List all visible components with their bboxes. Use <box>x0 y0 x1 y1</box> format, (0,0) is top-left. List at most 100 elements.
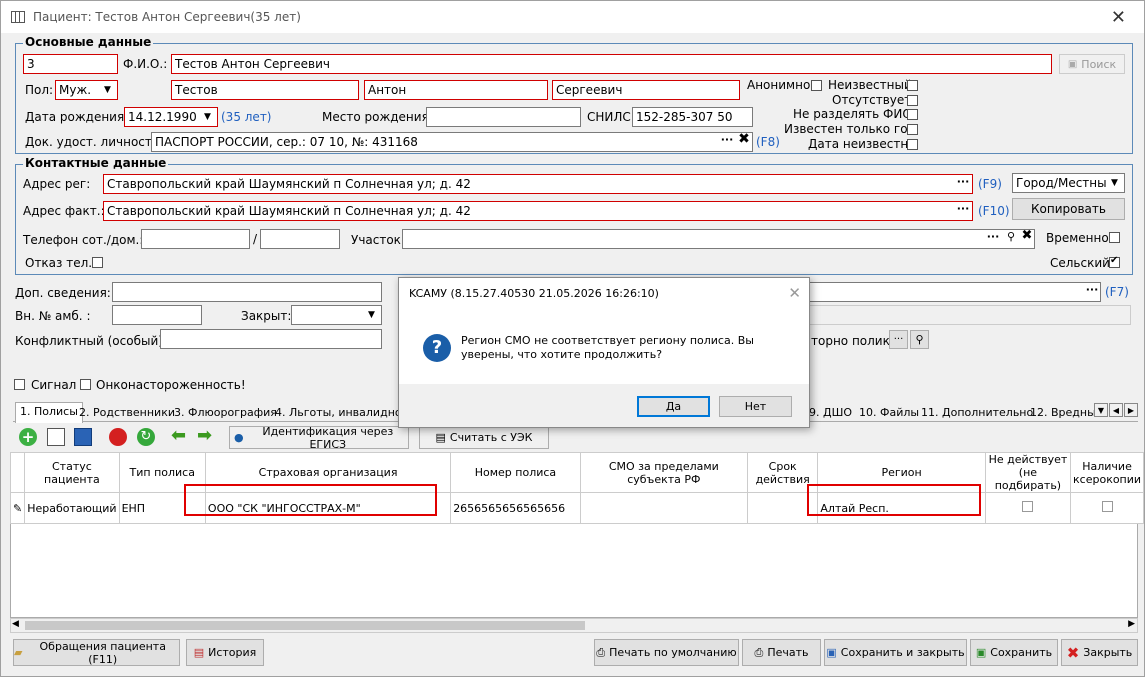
mobile-phone-field[interactable] <box>141 229 250 249</box>
col-status[interactable]: Статус пациента <box>24 452 120 493</box>
district-clear-icon[interactable]: ✖ <box>1019 229 1035 246</box>
temporary-label: Временно <box>1046 231 1109 245</box>
addr-fact-label: Адрес факт.: <box>23 204 105 218</box>
scroll-thumb[interactable] <box>25 621 585 630</box>
save-button[interactable]: ▣ Сохранить <box>970 639 1058 666</box>
last-name-field[interactable]: Тестов <box>171 80 359 100</box>
sex-chevron-down-icon[interactable]: ▼ <box>99 81 116 99</box>
read-uek-button[interactable]: ▤ Считать с УЭК <box>419 426 549 449</box>
dop-more-icon[interactable]: ··· <box>1084 284 1100 300</box>
addr-reg-more-icon[interactable]: ··· <box>955 176 971 192</box>
save-close-button[interactable]: ▣ Сохранить и закрыть <box>824 639 967 666</box>
no-split-fio-checkbox[interactable] <box>907 109 918 120</box>
col-smo-outside[interactable]: СМО за пределами субъекта РФ <box>579 452 748 493</box>
scroll-left-icon[interactable]: ◀ <box>12 619 19 629</box>
doc-more-icon[interactable]: ··· <box>719 134 735 150</box>
district-search-icon[interactable]: ⚲ <box>1003 231 1019 247</box>
inactive-checkbox[interactable] <box>1022 501 1034 512</box>
visits-button[interactable]: ▰ Обращения пациента (F11) <box>13 639 180 666</box>
addr-fact-more-icon[interactable]: ··· <box>955 203 971 219</box>
arrow-left-icon[interactable]: ⬅ <box>171 427 191 445</box>
tab-benefits[interactable]: 4. Льготы, инвалидност <box>271 404 418 422</box>
home-phone-field[interactable] <box>260 229 340 249</box>
city-type-chevron-down-icon[interactable]: ▼ <box>1106 174 1123 192</box>
tab-relatives[interactable]: 2. Родственники <box>75 404 179 422</box>
unknown-label: Неизвестный <box>828 78 912 92</box>
first-name-field[interactable]: Антон <box>364 80 548 100</box>
no-split-fio-label: Не разделять ФИО <box>793 107 912 121</box>
birth-date-chevron-down-icon[interactable]: ▼ <box>199 108 216 126</box>
onco-checkbox[interactable] <box>80 379 91 390</box>
dop-field[interactable] <box>112 282 382 302</box>
add-policy-icon[interactable]: + <box>19 428 37 446</box>
tab-additional[interactable]: 11. Дополнительно <box>917 404 1037 422</box>
col-number[interactable]: Номер полиса <box>450 452 581 493</box>
absent-checkbox[interactable] <box>907 95 918 106</box>
closed-chevron-down-icon[interactable]: ▼ <box>363 306 380 324</box>
unknown-checkbox[interactable] <box>907 80 918 91</box>
delete-policy-icon[interactable] <box>109 428 127 446</box>
ident-egisz-button[interactable]: ● Идентификация через ЕГИСЗ <box>229 425 409 451</box>
doc-field[interactable]: ПАСПОРТ РОССИИ, сер.: 07 10, №: 431168 <box>151 132 753 152</box>
col-inactive[interactable]: Не действует (не подбирать) <box>984 452 1072 493</box>
temporary-checkbox[interactable] <box>1109 232 1120 243</box>
tab-harmful[interactable]: 12. Вредны <box>1026 404 1100 422</box>
tab-list-chevron-down-icon[interactable]: ▼ <box>1094 403 1108 417</box>
tab-policies[interactable]: 1. Полисы <box>15 402 83 423</box>
copy-button[interactable]: Копировать <box>1012 198 1125 220</box>
print-default-button[interactable]: ⎙ Печать по умолчанию <box>594 639 739 666</box>
district-field[interactable] <box>402 229 1035 249</box>
fio-field[interactable]: Тестов Антон Сергеевич <box>171 54 1052 74</box>
clinic-search-icon[interactable]: ⚲ <box>910 330 929 349</box>
birthplace-field[interactable] <box>426 107 581 127</box>
addr-fact-field[interactable]: Ставропольский край Шаумянский п Солнечн… <box>103 201 973 221</box>
tab-fluorography[interactable]: 3. Флюорография <box>170 404 281 422</box>
tab-files[interactable]: 10. Файлы <box>855 404 923 422</box>
patient-id-field[interactable]: 3 <box>23 54 118 74</box>
tab-dsho[interactable]: 9. ДШО <box>805 404 856 422</box>
search-button[interactable]: ▣ Поиск <box>1059 54 1125 74</box>
amb-field[interactable] <box>112 305 202 325</box>
scroll-right-icon[interactable]: ▶ <box>1128 619 1135 629</box>
tab-scroll-right-icon[interactable]: ▶ <box>1124 403 1138 417</box>
year-only-checkbox[interactable] <box>907 124 918 135</box>
main-data-label: Основные данные <box>23 35 154 49</box>
grid-horizontal-scrollbar[interactable]: ◀ ▶ <box>10 618 1138 633</box>
no-button[interactable]: Нет <box>719 396 792 417</box>
dop-field-right[interactable] <box>809 282 1101 302</box>
addr-reg-field[interactable]: Ставропольский край Шаумянский п Солнечн… <box>103 174 973 194</box>
cell-copy[interactable] <box>1070 492 1144 524</box>
tab-scroll-left-icon[interactable]: ◀ <box>1109 403 1123 417</box>
close-button[interactable]: ✖ Закрыть <box>1061 639 1138 666</box>
edit-policy-icon[interactable] <box>47 428 65 446</box>
middle-name-field[interactable]: Сергеевич <box>552 80 740 100</box>
refuse-phone-checkbox[interactable] <box>92 257 103 268</box>
print-button[interactable]: ⎙ Печать <box>742 639 821 666</box>
arrow-right-icon[interactable]: ➡ <box>197 427 217 445</box>
refuse-phone-label: Отказ тел. <box>25 256 93 270</box>
yes-button[interactable]: Да <box>637 396 710 417</box>
district-more-icon[interactable]: ··· <box>985 231 1001 247</box>
sex-label: Пол: <box>25 83 54 97</box>
col-copy[interactable]: Наличие ксерокопии <box>1070 452 1144 493</box>
date-unknown-checkbox[interactable] <box>907 139 918 150</box>
cell-status[interactable]: Неработающий <box>24 492 120 524</box>
rural-checkbox[interactable] <box>1109 255 1120 268</box>
save-policy-icon[interactable] <box>74 428 92 446</box>
copy-checkbox[interactable] <box>1101 501 1113 512</box>
snils-field[interactable]: 152-285-307 50 <box>632 107 753 127</box>
cell-number[interactable]: 2656565656565656 <box>450 492 581 524</box>
history-button[interactable]: ▤ История <box>186 639 264 666</box>
conflict-field[interactable] <box>160 329 382 349</box>
contact-data-label: Контактные данные <box>23 156 169 170</box>
clinic-more-button[interactable]: ··· <box>889 330 908 349</box>
cell-inactive[interactable] <box>984 492 1072 524</box>
refresh-icon[interactable]: ↻ <box>137 428 155 446</box>
anonymous-checkbox[interactable] <box>811 80 822 91</box>
signal-checkbox[interactable] <box>14 379 25 390</box>
doc-clear-icon[interactable]: ✖ <box>736 132 752 149</box>
dialog-close-icon[interactable]: ✕ <box>788 284 801 302</box>
dop-hotkey: (F7) <box>1105 285 1129 299</box>
window-close-icon[interactable]: ✕ <box>1111 7 1126 28</box>
cell-smo-outside[interactable] <box>579 492 748 524</box>
